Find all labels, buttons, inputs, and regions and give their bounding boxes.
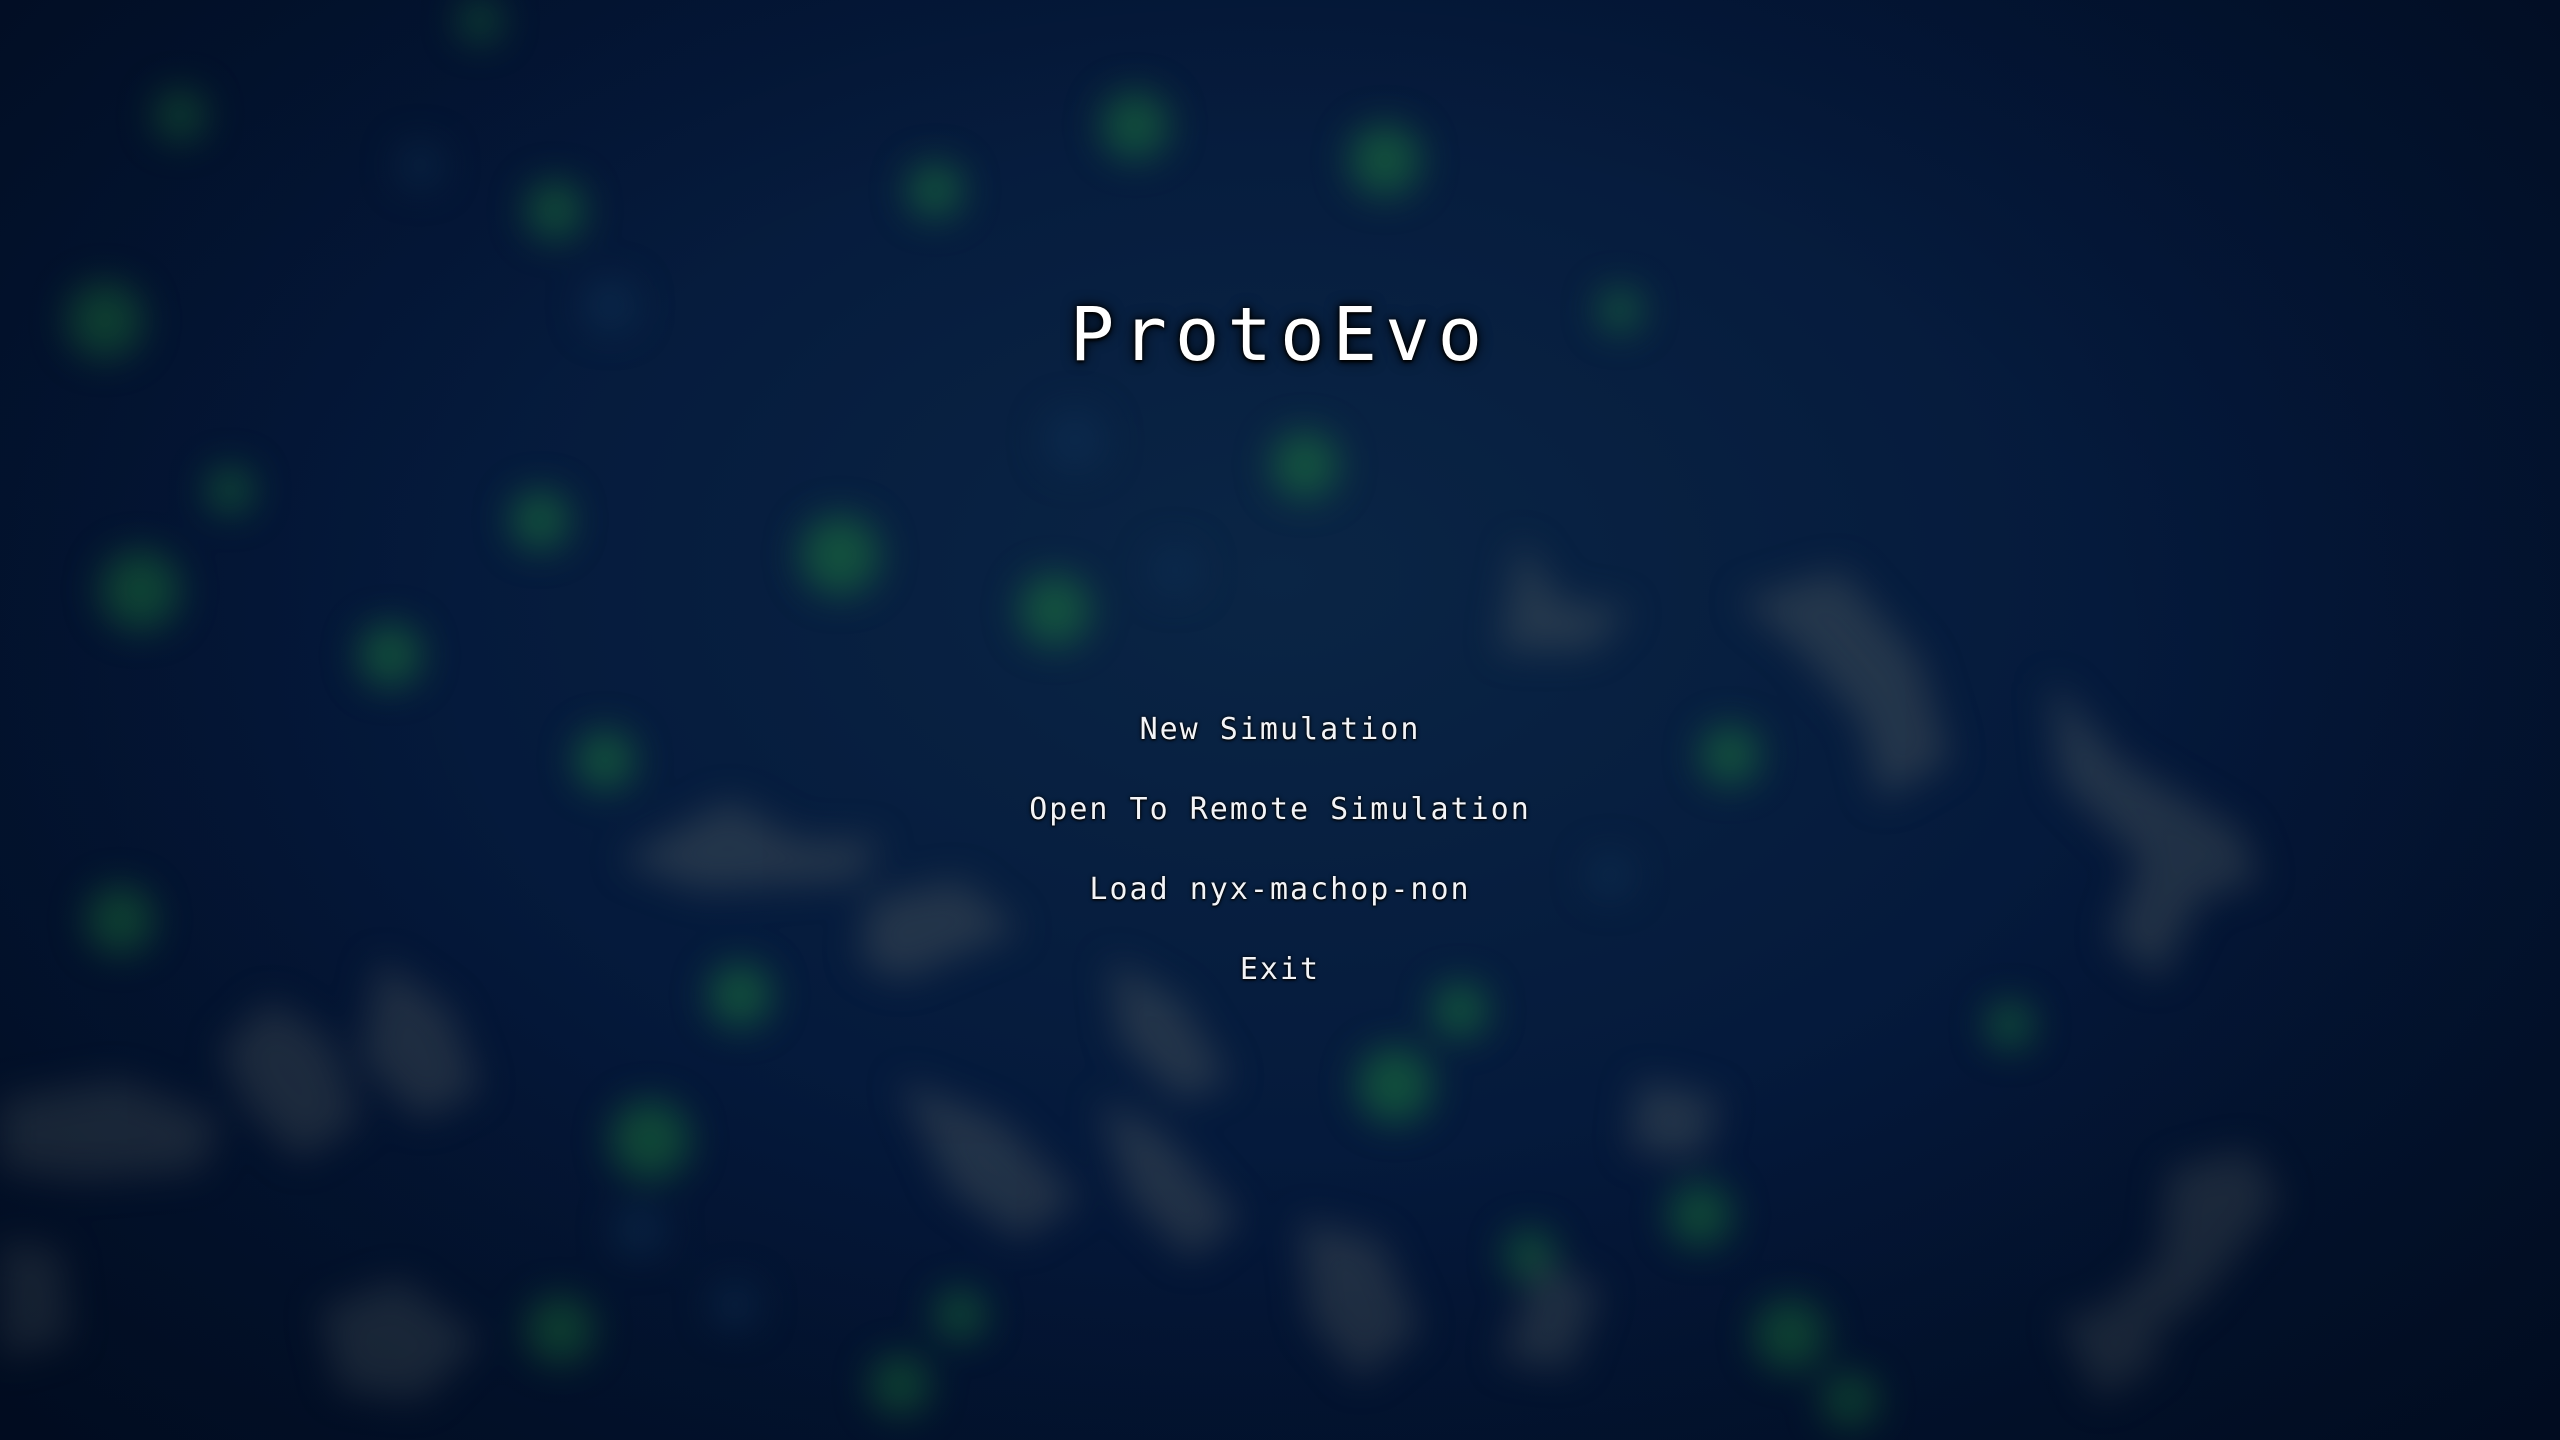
- open-remote-simulation-button[interactable]: Open To Remote Simulation: [1019, 770, 1541, 850]
- new-simulation-button[interactable]: New Simulation: [1130, 690, 1431, 770]
- main-menu-screen: ProtoEvo New Simulation Open To Remote S…: [0, 0, 2560, 1440]
- app-title: ProtoEvo: [1069, 292, 1491, 378]
- load-save-button[interactable]: Load nyx-machop-non: [1079, 850, 1480, 930]
- exit-button[interactable]: Exit: [1230, 930, 1330, 1010]
- main-menu: New Simulation Open To Remote Simulation…: [0, 690, 2560, 1010]
